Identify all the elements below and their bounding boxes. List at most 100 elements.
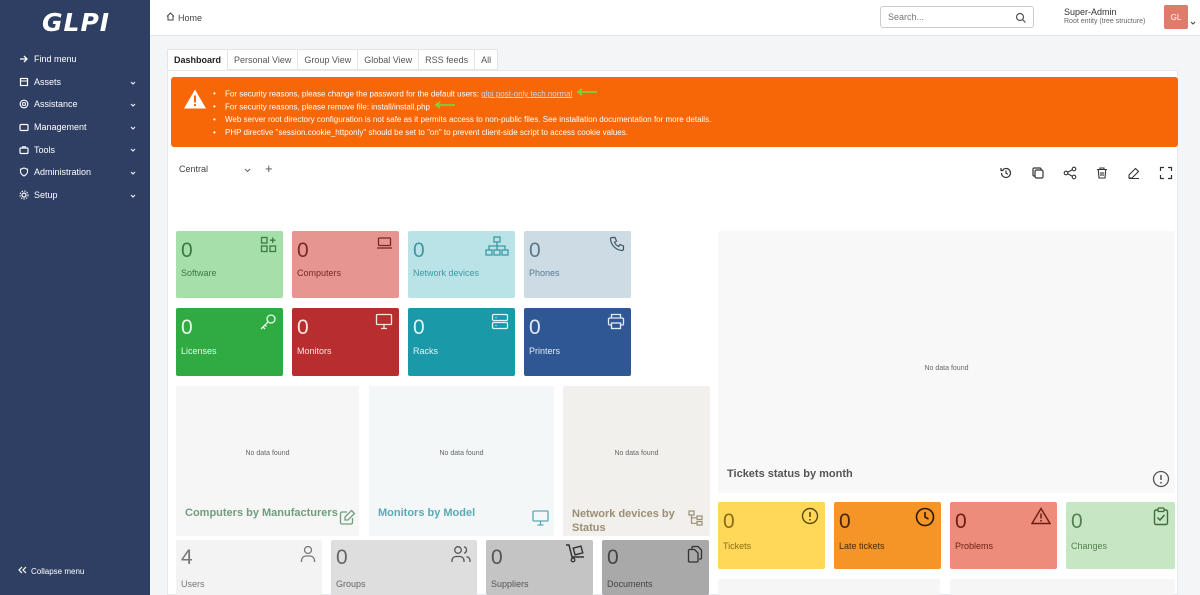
copy-icon[interactable]	[1030, 165, 1046, 181]
dolly-icon	[565, 543, 587, 568]
card-tickets[interactable]: 0 Tickets	[718, 502, 825, 569]
add-dashboard-button[interactable]: +	[265, 161, 273, 176]
widget-title: Monitors by Model	[378, 507, 476, 519]
card-printers[interactable]: 0 Printers	[524, 308, 631, 376]
edit-icon[interactable]	[1126, 165, 1142, 181]
collapse-menu-button[interactable]: Collapse menu	[18, 566, 84, 576]
history-icon[interactable]	[998, 165, 1014, 181]
card-racks[interactable]: 0 Racks	[408, 308, 515, 376]
tab-all[interactable]: All	[475, 49, 499, 70]
sidebar-item-assets[interactable]: Assets	[0, 71, 150, 94]
sidebar: GLPI Find menu Assets Assistance Managem…	[0, 0, 150, 595]
tab-rss-feeds[interactable]: RSS feeds	[419, 49, 476, 70]
avatar[interactable]: GL	[1164, 5, 1188, 29]
sidebar-item-find-menu[interactable]: Find menu	[0, 48, 150, 71]
chevron-down-icon	[130, 145, 136, 155]
card-changes[interactable]: 0 Changes	[1066, 502, 1175, 569]
card-suppliers[interactable]: 0 Suppliers	[486, 540, 593, 595]
files-icon	[687, 545, 703, 568]
phone-icon	[609, 236, 625, 257]
network-icon	[485, 236, 509, 261]
sidebar-item-assistance[interactable]: Assistance	[0, 93, 150, 116]
sidebar-item-administration[interactable]: Administration	[0, 161, 150, 184]
search-box	[880, 6, 1034, 28]
no-data-text: No data found	[924, 365, 969, 372]
sidebar-item-label: Management	[34, 122, 87, 133]
glpi-logo[interactable]: GLPI	[42, 8, 110, 37]
card-software[interactable]: 0 Software	[176, 231, 283, 298]
dashboard-select[interactable]: Central	[173, 158, 257, 180]
default-users-link[interactable]: glpi post-only tech normal	[481, 89, 572, 98]
fullscreen-icon[interactable]	[1158, 165, 1174, 181]
sidebar-item-management[interactable]: Management	[0, 116, 150, 139]
sidebar-item-label: Administration	[34, 167, 92, 178]
search-input[interactable]	[881, 7, 1011, 27]
card-value: 0	[297, 316, 309, 339]
chevron-down-icon	[130, 191, 136, 201]
widget-network-devices-by-status: No data found Network devices by Status	[563, 386, 710, 536]
sidebar-item-tools[interactable]: Tools	[0, 138, 150, 161]
card-value: 0	[413, 316, 425, 339]
hierarchy-icon	[688, 510, 704, 531]
alert-text: For security reasons, please change the …	[225, 89, 479, 99]
sidebar-menu: Find menu Assets Assistance Management T…	[0, 48, 150, 206]
laptop-icon	[376, 236, 393, 255]
card-label: Monitors	[297, 346, 332, 356]
apps-icon	[260, 236, 277, 258]
card-groups[interactable]: 0 Groups	[331, 540, 477, 595]
alert-message: For security reasons, please change the …	[213, 88, 711, 101]
user-icon	[300, 545, 316, 568]
chevron-down-icon[interactable]	[1190, 13, 1196, 31]
card-users[interactable]: 4 Users	[176, 540, 322, 595]
card-label: Licenses	[181, 346, 217, 356]
arrow-left-icon	[434, 101, 456, 114]
tab-personal-view[interactable]: Personal View	[228, 49, 299, 70]
card-label: Network devices	[413, 268, 480, 278]
dashboard-toolbar	[998, 165, 1174, 181]
users-icon	[451, 545, 471, 568]
search-icon[interactable]	[1015, 11, 1027, 29]
card-licenses[interactable]: 0 Licenses	[176, 308, 283, 376]
widget-placeholder	[950, 579, 1175, 595]
card-network-devices[interactable]: 0 Network devices	[408, 231, 515, 298]
share-icon[interactable]	[1062, 165, 1078, 181]
card-late-tickets[interactable]: 0 Late tickets	[834, 502, 941, 569]
card-monitors[interactable]: 0 Monitors	[292, 308, 399, 376]
breadcrumb[interactable]: Home	[166, 12, 202, 23]
sidebar-item-setup[interactable]: Setup	[0, 184, 150, 207]
shield-icon	[18, 167, 29, 178]
chevron-down-icon	[244, 165, 251, 175]
alert-message: For security reasons, please remove file…	[213, 101, 711, 114]
home-icon	[166, 12, 175, 23]
card-label: Computers	[297, 268, 342, 278]
card-phones[interactable]: 0 Phones	[524, 231, 631, 298]
dashboard-select-value: Central	[179, 164, 209, 174]
user-name: Super-Admin	[1064, 7, 1117, 17]
printer-icon	[607, 313, 625, 335]
card-value: 0	[723, 510, 735, 533]
monitor-icon	[532, 510, 549, 531]
no-data-text: No data found	[245, 450, 290, 457]
user-info[interactable]: Super-Admin Root entity (tree structure)	[1064, 7, 1145, 25]
card-label: Printers	[529, 346, 561, 356]
chevron-down-icon	[130, 78, 136, 88]
tab-dashboard[interactable]: Dashboard	[167, 49, 229, 70]
card-value: 0	[955, 510, 967, 533]
pencil-square-icon	[339, 509, 356, 531]
chevron-down-icon	[130, 123, 136, 133]
alert-message: PHP directive "session.cookie_httponly" …	[213, 127, 711, 140]
warning-icon	[183, 88, 207, 115]
monitor-icon	[375, 313, 393, 335]
card-value: 0	[839, 510, 851, 533]
card-computers[interactable]: 0 Computers	[292, 231, 399, 298]
card-value: 0	[336, 546, 348, 569]
tab-global-view[interactable]: Global View	[358, 49, 420, 70]
tab-group-view[interactable]: Group View	[298, 49, 359, 70]
card-documents[interactable]: 0 Documents	[602, 540, 709, 595]
clipboard-check-icon	[1153, 507, 1169, 531]
sidebar-item-label: Assistance	[34, 99, 78, 110]
widget-computers-by-manufacturers: No data found Computers by Manufacturers	[176, 386, 359, 536]
trash-icon[interactable]	[1094, 165, 1110, 181]
card-problems[interactable]: 0 Problems	[950, 502, 1057, 569]
card-label: Tickets	[723, 541, 752, 551]
